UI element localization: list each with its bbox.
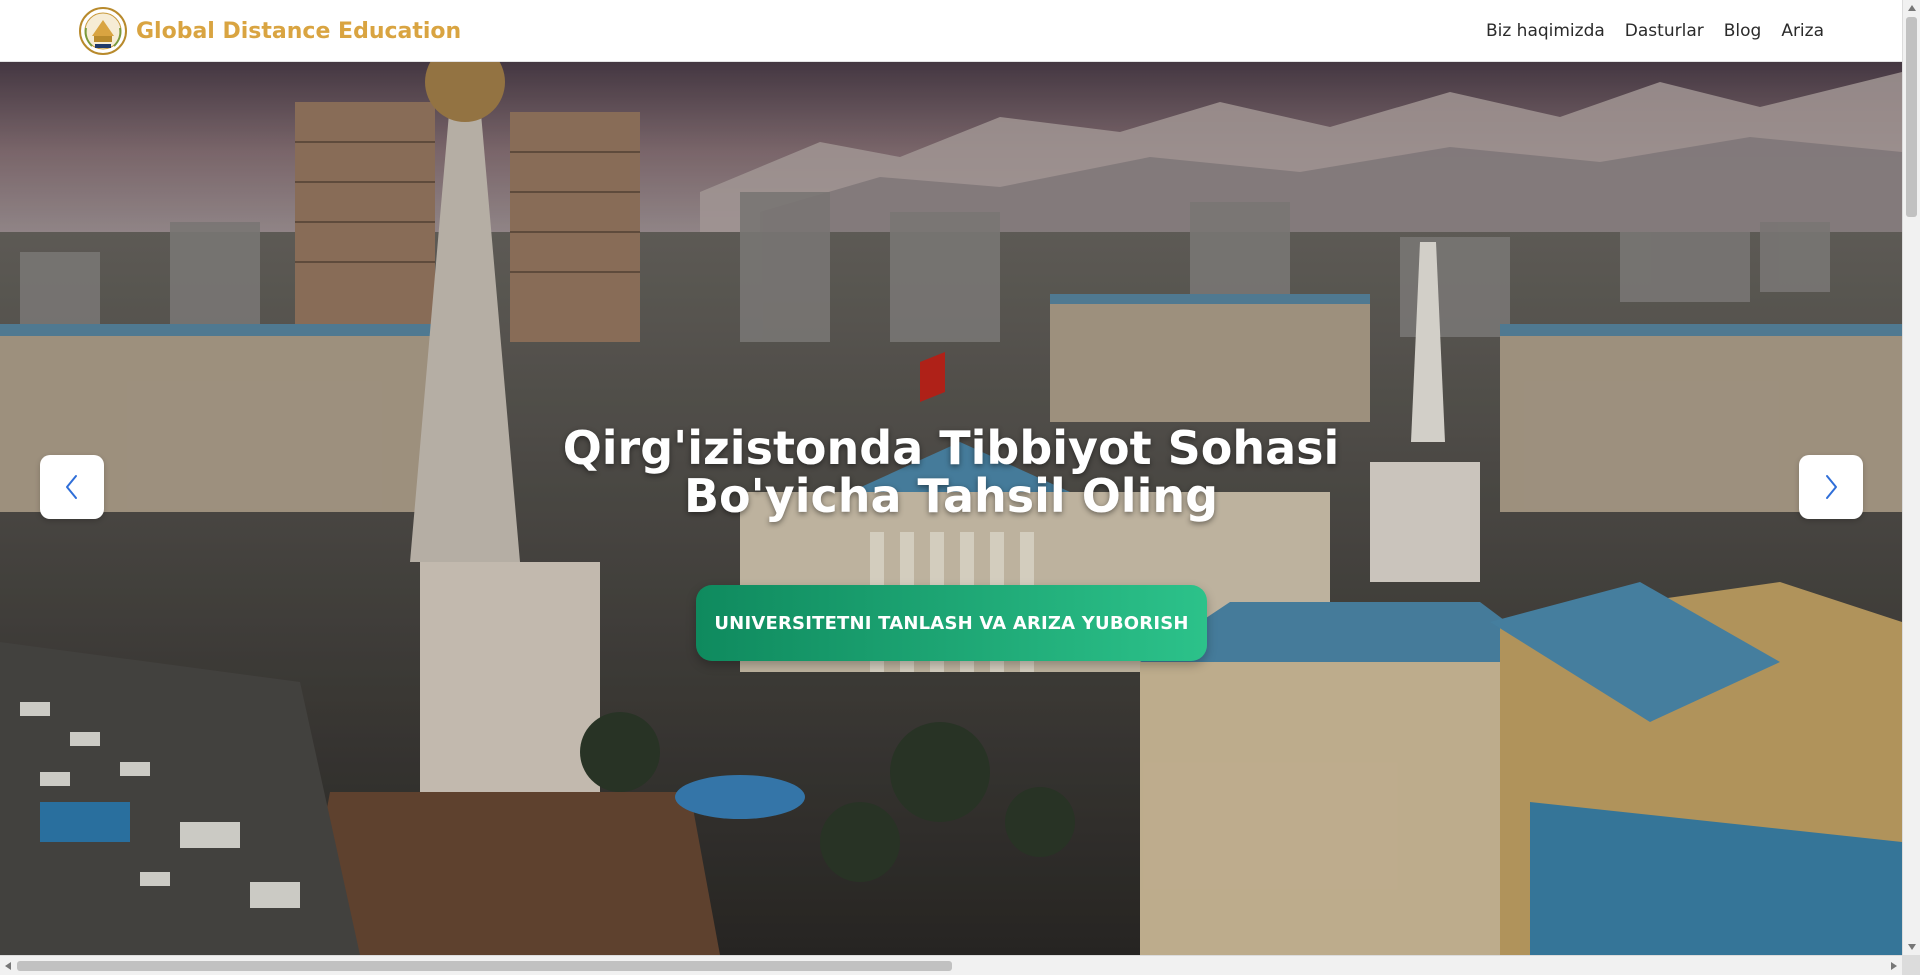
nav-link-dasturlar[interactable]: Dasturlar: [1625, 21, 1704, 41]
hero-title-line-2: Bo'yicha Tahsil Oling: [683, 469, 1219, 523]
site-header: Global Distance Education Biz haqimizda …: [0, 0, 1902, 62]
hero-carousel: Qirg'izistonda Tibbiyot Sohasi Bo'yicha …: [0, 62, 1902, 955]
scrollbar-corner: [1902, 955, 1920, 975]
nav-link-biz-haqimizda[interactable]: Biz haqimizda: [1486, 21, 1605, 41]
carousel-next-button[interactable]: [1799, 455, 1863, 519]
crest-logo-icon: [79, 7, 127, 55]
vertical-scrollbar[interactable]: [1902, 0, 1920, 955]
horizontal-scrollbar[interactable]: [0, 955, 1902, 975]
hero-title: Qirg'izistonda Tibbiyot Sohasi Bo'yicha …: [0, 424, 1902, 520]
vertical-scroll-thumb[interactable]: [1906, 17, 1917, 217]
chevron-left-icon: [66, 475, 77, 499]
scroll-left-icon[interactable]: [0, 956, 16, 975]
hero-title-line-1: Qirg'izistonda Tibbiyot Sohasi: [562, 421, 1340, 475]
apply-cta-button[interactable]: UNIVERSITETNI TANLASH VA ARIZA YUBORISH: [696, 585, 1207, 661]
chevron-right-icon: [1826, 475, 1837, 499]
horizontal-scroll-thumb[interactable]: [17, 961, 952, 971]
nav-link-ariza[interactable]: Ariza: [1781, 21, 1824, 41]
scroll-up-icon[interactable]: [1903, 0, 1920, 16]
brand[interactable]: Global Distance Education: [78, 6, 461, 56]
nav-link-blog[interactable]: Blog: [1724, 21, 1762, 41]
main-nav: Biz haqimizda Dasturlar Blog Ariza: [1486, 0, 1824, 62]
scroll-down-icon[interactable]: [1903, 939, 1920, 955]
brand-name: Global Distance Education: [136, 18, 462, 44]
carousel-prev-button[interactable]: [40, 455, 104, 519]
scroll-right-icon[interactable]: [1886, 956, 1902, 975]
